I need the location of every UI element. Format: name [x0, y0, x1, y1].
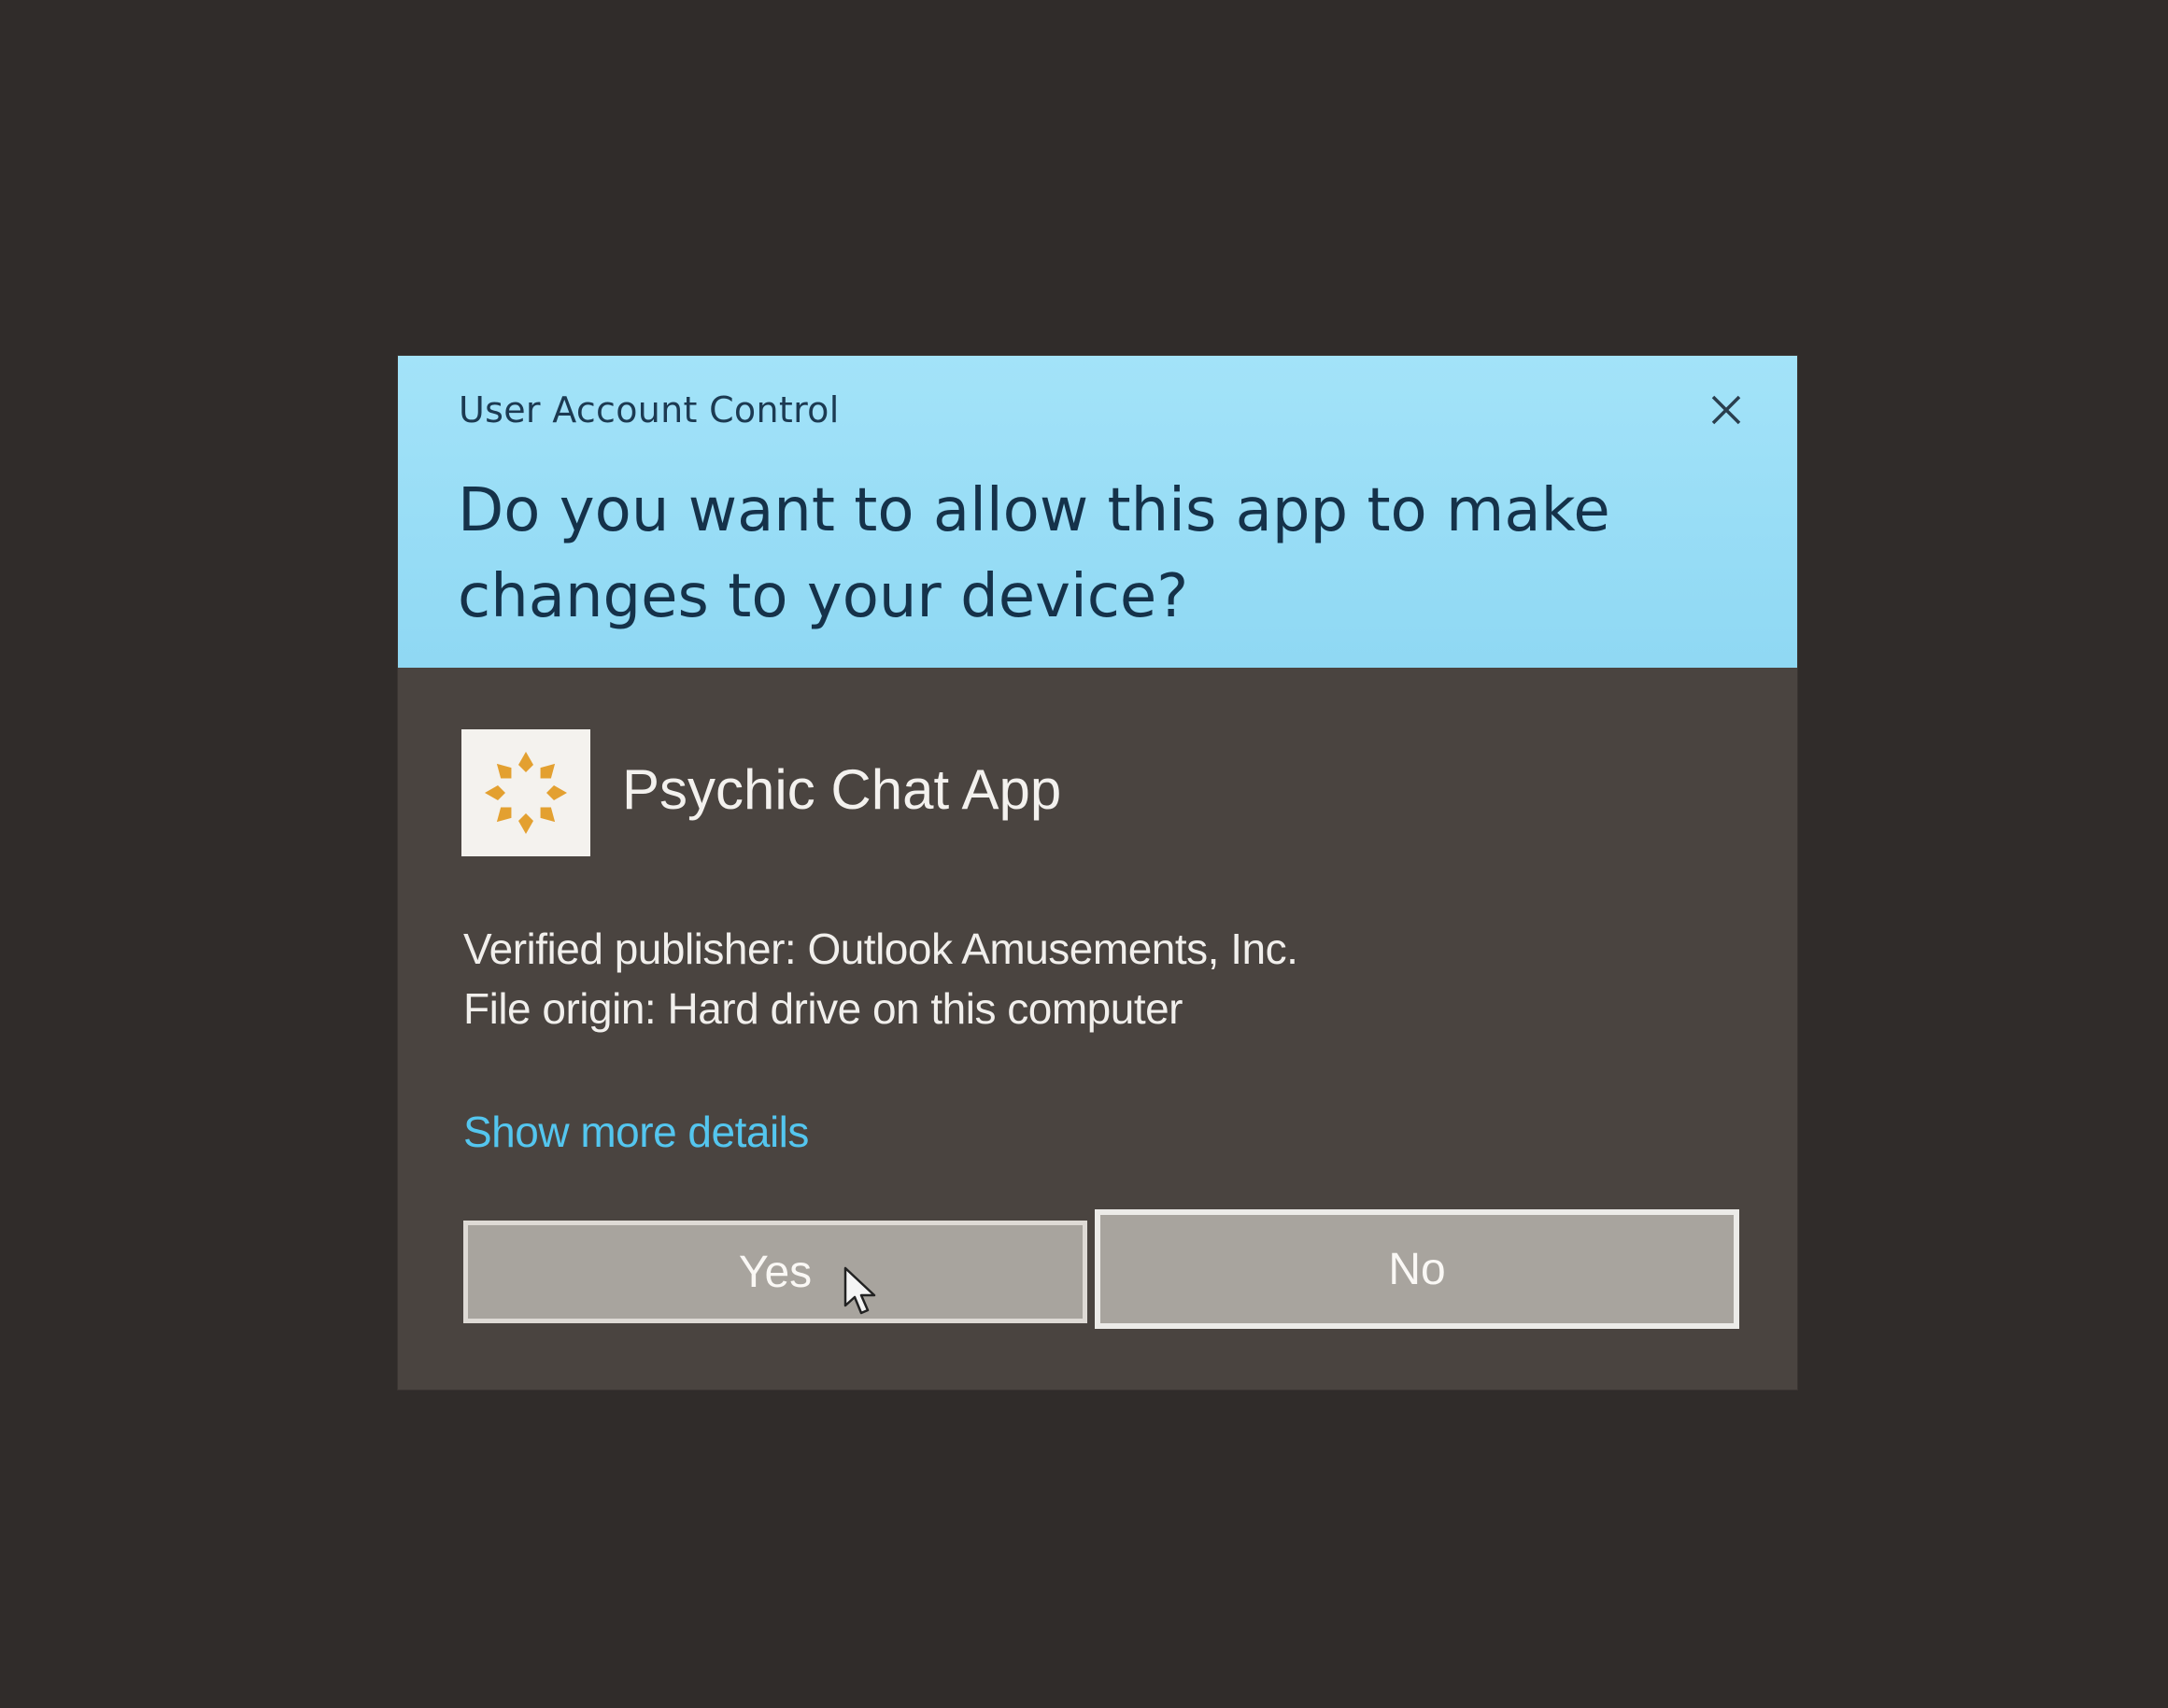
- app-icon: [461, 729, 590, 856]
- yes-button[interactable]: Yes: [463, 1221, 1087, 1323]
- uac-dialog: User Account Control Do you want to allo…: [398, 356, 1797, 1390]
- file-origin-line: File origin: Hard drive on this computer: [463, 984, 1183, 1033]
- mouse-pointer-icon: [843, 1266, 880, 1317]
- app-name: Psychic Chat App: [622, 758, 1062, 821]
- close-icon: [1711, 395, 1741, 425]
- no-button[interactable]: No: [1095, 1209, 1739, 1329]
- sun-burst-icon: [485, 752, 567, 834]
- close-button[interactable]: [1700, 384, 1752, 436]
- dialog-question: Do you want to allow this app to make ch…: [458, 476, 1610, 631]
- publisher-line: Verified publisher: Outlook Amusements, …: [463, 925, 1298, 973]
- dialog-title: User Account Control: [459, 389, 840, 431]
- show-more-details-link[interactable]: Show more details: [463, 1107, 809, 1157]
- yes-button-label: Yes: [738, 1247, 813, 1297]
- dialog-header: User Account Control Do you want to allo…: [398, 356, 1797, 668]
- no-button-label: No: [1388, 1244, 1446, 1294]
